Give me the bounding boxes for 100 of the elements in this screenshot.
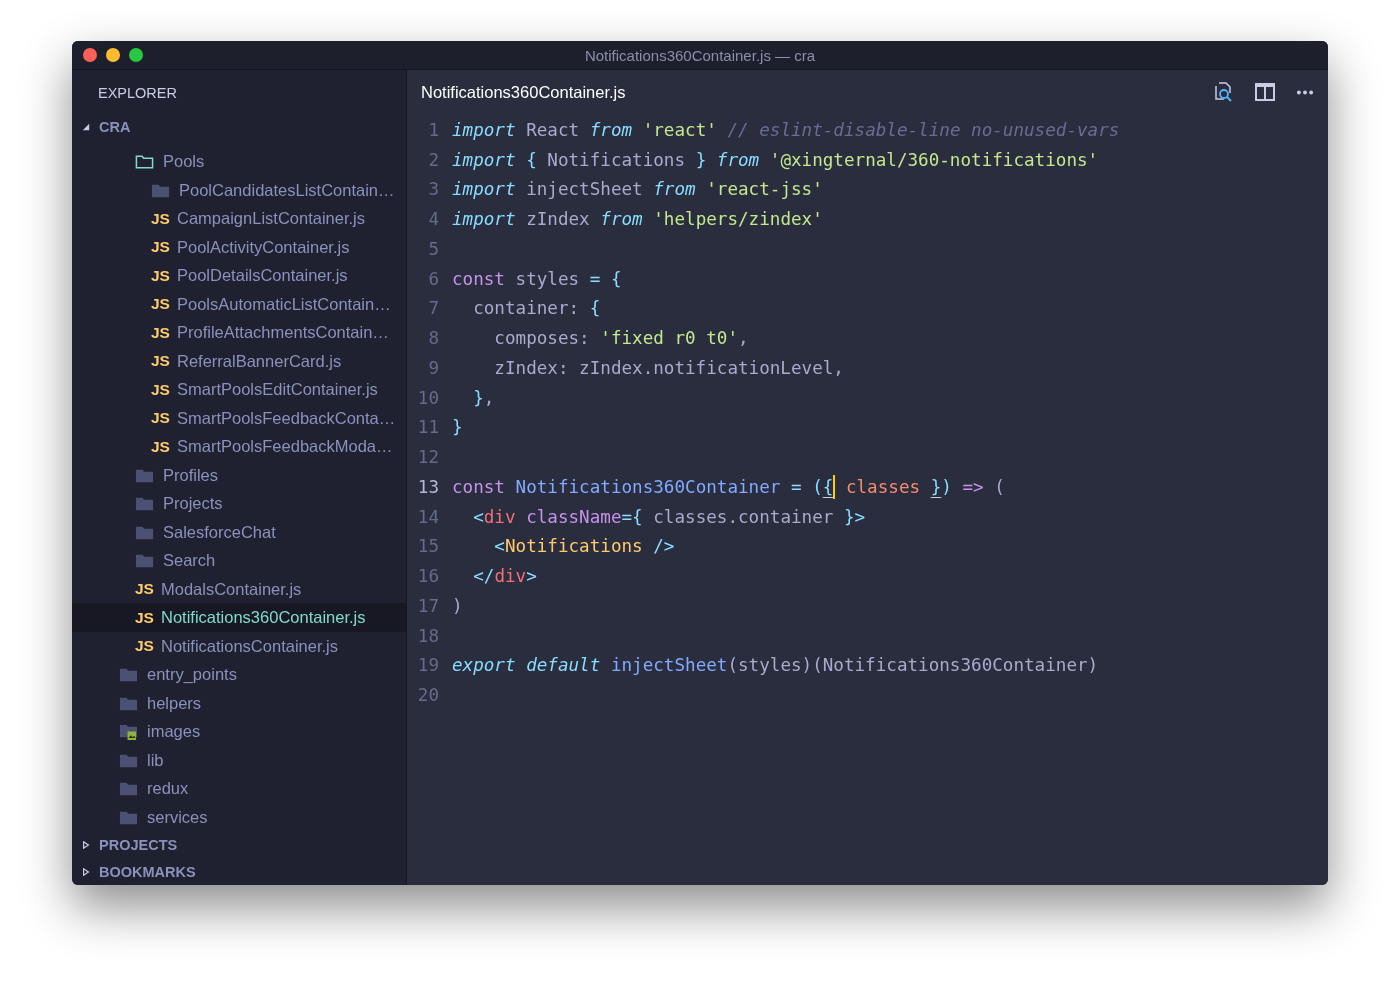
line-number: 8 bbox=[427, 328, 440, 349]
code-line: const Notifications360Container = ({ classes }) => ( bbox=[452, 474, 1005, 499]
file-name: images bbox=[147, 722, 201, 742]
line-number: 15 bbox=[416, 536, 440, 557]
tree-item[interactable]: JS ProfileAttachmentsContain… bbox=[72, 318, 406, 347]
line-number: 7 bbox=[427, 298, 440, 319]
tree-item[interactable]: JS Notifications360Container.js bbox=[72, 603, 406, 632]
window-title: Notifications360Container.js — cra bbox=[584, 46, 816, 64]
file-name: SmartPoolsFeedbackModa… bbox=[177, 437, 393, 457]
file-name: PoolDetailsContainer.js bbox=[177, 266, 348, 286]
file-name: services bbox=[147, 807, 208, 827]
code-line: import zIndex from 'helpers/zindex' bbox=[452, 209, 823, 230]
line-number: 16 bbox=[416, 566, 440, 587]
line-number: 5 bbox=[427, 238, 440, 259]
code-line: import { Notifications } from '@xingternal/360-notifications' bbox=[452, 149, 1099, 170]
tree-item[interactable]: lib bbox=[72, 745, 406, 775]
tree-item[interactable]: helpers bbox=[72, 688, 406, 718]
js-file-icon: JS bbox=[151, 323, 168, 342]
line-number: 18 bbox=[416, 625, 440, 646]
tree-item[interactable]: JS SmartPoolsEditContainer.js bbox=[72, 375, 406, 404]
tree-item[interactable]: images bbox=[72, 717, 406, 746]
code-line: </div> bbox=[472, 566, 537, 587]
line-number: 1 bbox=[427, 119, 440, 140]
tree-item[interactable]: JS PoolActivityContainer.js bbox=[72, 232, 406, 262]
file-name: NotificationsContainer.js bbox=[161, 636, 338, 656]
tree-item[interactable]: Profiles bbox=[72, 460, 406, 490]
tree-item[interactable]: JS NotificationsContainer.js bbox=[72, 631, 406, 661]
tree-item[interactable]: SalesforceChat bbox=[72, 517, 406, 547]
line-number: 17 bbox=[416, 595, 440, 616]
js-file-icon: JS bbox=[151, 437, 168, 456]
js-file-icon: JS bbox=[151, 209, 168, 228]
line-number: 10 bbox=[416, 387, 440, 408]
code-line: <div className={ classes.container }> bbox=[472, 506, 866, 527]
file-name: Search bbox=[163, 551, 216, 571]
line-number: 9 bbox=[427, 357, 440, 378]
code-line: <Notifications /> bbox=[493, 536, 675, 557]
file-name: PoolCandidatesListContain… bbox=[179, 180, 395, 200]
line-number: 3 bbox=[427, 179, 440, 200]
file-name: redux bbox=[147, 779, 189, 799]
line-number: 19 bbox=[416, 655, 440, 676]
tree-item[interactable]: Pools bbox=[72, 147, 406, 176]
close-button[interactable] bbox=[83, 48, 97, 62]
tree-item[interactable]: Projects bbox=[72, 489, 406, 518]
tree-item[interactable]: PoolCandidatesListContain… bbox=[72, 175, 406, 205]
code-line: import React from 'react' // eslint-disable-line no-unused-vars bbox=[452, 119, 1120, 140]
code-line: zIndex: zIndex.notificationLevel, bbox=[493, 357, 844, 378]
line-number: 2 bbox=[427, 149, 440, 170]
tree-item[interactable]: JS PoolsAutomaticListContain… bbox=[72, 289, 406, 319]
tree-item[interactable]: entry_points bbox=[72, 660, 406, 689]
code-line: composes: 'fixed r0 t0', bbox=[493, 328, 749, 349]
code-line: container: { bbox=[472, 298, 601, 319]
section-header[interactable]: CRA bbox=[72, 113, 406, 141]
code-line: import injectSheet from 'react-jss' bbox=[452, 179, 823, 200]
file-name: Projects bbox=[163, 494, 223, 514]
tree-item[interactable]: services bbox=[72, 802, 406, 832]
image-folder-icon bbox=[119, 723, 138, 741]
minimize-button[interactable] bbox=[106, 48, 120, 62]
code-line: }, bbox=[472, 387, 495, 408]
tree-item[interactable]: JS CampaignListContainer.js bbox=[72, 204, 406, 233]
tree-item[interactable]: JS ReferralBannerCard.js bbox=[72, 346, 406, 376]
code-line: ) bbox=[452, 595, 463, 616]
file-name: ReferralBannerCard.js bbox=[177, 351, 342, 371]
search-icon[interactable] bbox=[1212, 81, 1234, 103]
more-icon[interactable] bbox=[1296, 88, 1314, 96]
tree-item[interactable]: JS SmartPoolsFeedbackModa… bbox=[72, 432, 406, 461]
file-name: SmartPoolsEditContainer.js bbox=[177, 380, 378, 400]
file-name: lib bbox=[147, 750, 164, 770]
tree-item[interactable]: redux bbox=[72, 774, 406, 803]
line-number: 4 bbox=[427, 209, 440, 230]
tree-item[interactable]: JS SmartPoolsFeedbackConta… bbox=[72, 403, 406, 433]
section-title: CRA bbox=[99, 119, 131, 136]
file-name: SmartPoolsFeedbackConta… bbox=[177, 408, 396, 428]
line-number: 11 bbox=[416, 417, 440, 438]
zoom-button[interactable] bbox=[129, 48, 143, 62]
line-number: 14 bbox=[416, 506, 440, 527]
tree-item[interactable]: JS PoolDetailsContainer.js bbox=[72, 261, 406, 290]
line-number: 6 bbox=[427, 268, 440, 289]
js-file-icon: JS bbox=[135, 580, 152, 599]
tree-item[interactable]: Search bbox=[72, 546, 406, 575]
js-file-icon: JS bbox=[151, 295, 168, 314]
code-line: const styles = { bbox=[452, 268, 622, 289]
section-header[interactable]: PROJECTS bbox=[72, 831, 406, 859]
file-name: CampaignListContainer.js bbox=[177, 209, 366, 229]
file-name: Notifications360Container.js bbox=[161, 608, 366, 628]
js-file-icon: JS bbox=[135, 637, 152, 656]
js-file-icon: JS bbox=[151, 380, 168, 399]
editor-tab[interactable]: Notifications360Container.js bbox=[421, 82, 626, 102]
tree-item[interactable]: JS ModalsContainer.js bbox=[72, 574, 406, 604]
file-name: ProfileAttachmentsContain… bbox=[177, 323, 389, 343]
file-name: PoolsAutomaticListContain… bbox=[177, 294, 391, 314]
file-name: helpers bbox=[147, 693, 202, 713]
js-file-icon: JS bbox=[151, 238, 168, 257]
file-name: ModalsContainer.js bbox=[161, 579, 302, 599]
line-number: 13 bbox=[416, 476, 440, 497]
section-title: PROJECTS bbox=[99, 836, 178, 853]
file-name: Pools bbox=[163, 152, 205, 172]
file-name: PoolActivityContainer.js bbox=[177, 237, 350, 257]
js-file-icon: JS bbox=[135, 608, 152, 627]
section-header[interactable]: BOOKMARKS bbox=[72, 858, 406, 885]
split-editor-icon[interactable] bbox=[1254, 81, 1276, 103]
